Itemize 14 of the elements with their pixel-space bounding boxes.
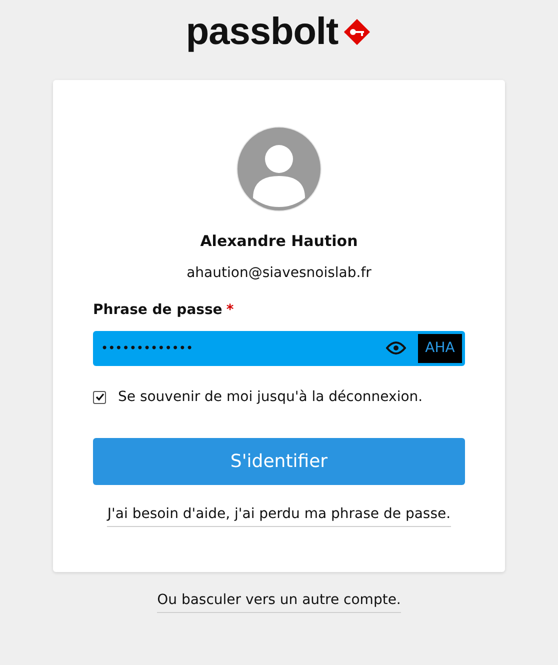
help-link[interactable]: J'ai besoin d'aide, j'ai perdu ma phrase de passe. bbox=[107, 504, 451, 526]
field-label: Phrase de passe bbox=[93, 300, 222, 320]
remember-label: Se souvenir de moi jusqu'à la déconnexion. bbox=[118, 388, 423, 406]
user-email: ahaution@siavesnoislab.fr bbox=[186, 264, 372, 282]
security-token: AHA bbox=[418, 334, 462, 362]
show-password-icon[interactable] bbox=[386, 341, 406, 355]
passphrase-input[interactable]: ••••••••••••• bbox=[101, 339, 386, 357]
avatar-icon bbox=[236, 126, 322, 212]
logo-text: passbolt bbox=[186, 13, 338, 51]
switch-account-link[interactable]: Ou basculer vers un autre compte. bbox=[157, 590, 401, 613]
user-name: Alexandre Haution bbox=[200, 231, 358, 252]
passphrase-field[interactable]: ••••••••••••• AHA bbox=[93, 330, 465, 366]
required-mark: * bbox=[226, 300, 234, 320]
remember-checkbox[interactable] bbox=[93, 390, 106, 404]
